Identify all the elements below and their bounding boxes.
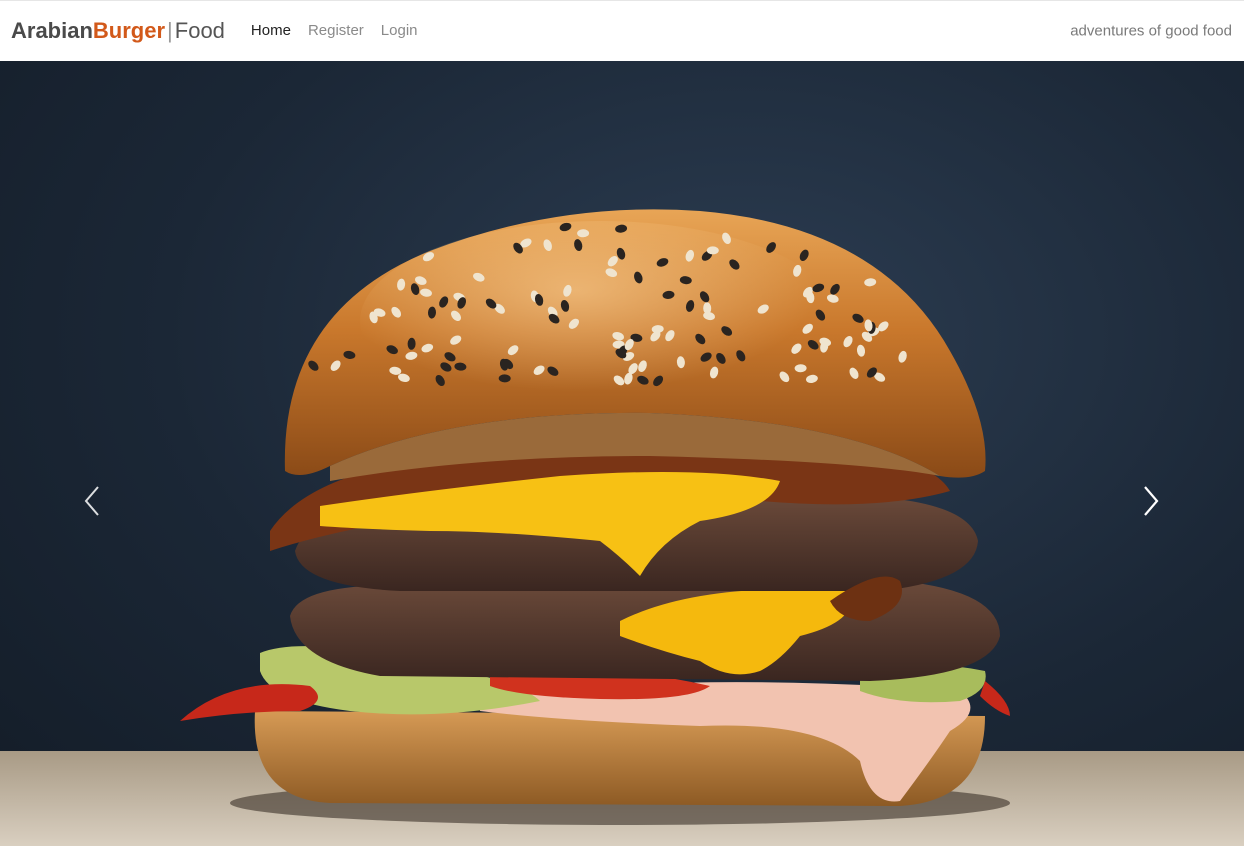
- chevron-left-icon: [84, 486, 99, 516]
- brand-part-food: Food: [174, 17, 225, 43]
- tagline: adventures of good food: [1070, 22, 1232, 39]
- brand-separator: |: [167, 17, 173, 43]
- brand-part-burger: Burger: [92, 17, 166, 43]
- carousel-next-button[interactable]: [1121, 461, 1181, 541]
- burger-photo: [0, 209, 1244, 846]
- nav-link-home[interactable]: Home: [251, 22, 291, 39]
- nav-link-login[interactable]: Login: [381, 22, 418, 39]
- sesame-seed: [706, 246, 719, 255]
- nav-links: Home Register Login: [251, 22, 435, 39]
- page-gutter: [1244, 0, 1248, 846]
- hero-carousel: [0, 61, 1244, 846]
- carousel-prev-button[interactable]: [62, 461, 122, 541]
- brand-logo[interactable]: Arabian Burger | Food: [11, 17, 225, 43]
- chevron-right-icon: [1144, 486, 1159, 516]
- nav-link-register[interactable]: Register: [308, 22, 364, 39]
- brand-part-arabian: Arabian: [11, 17, 93, 43]
- navbar: Arabian Burger | Food Home Register Logi…: [0, 0, 1244, 60]
